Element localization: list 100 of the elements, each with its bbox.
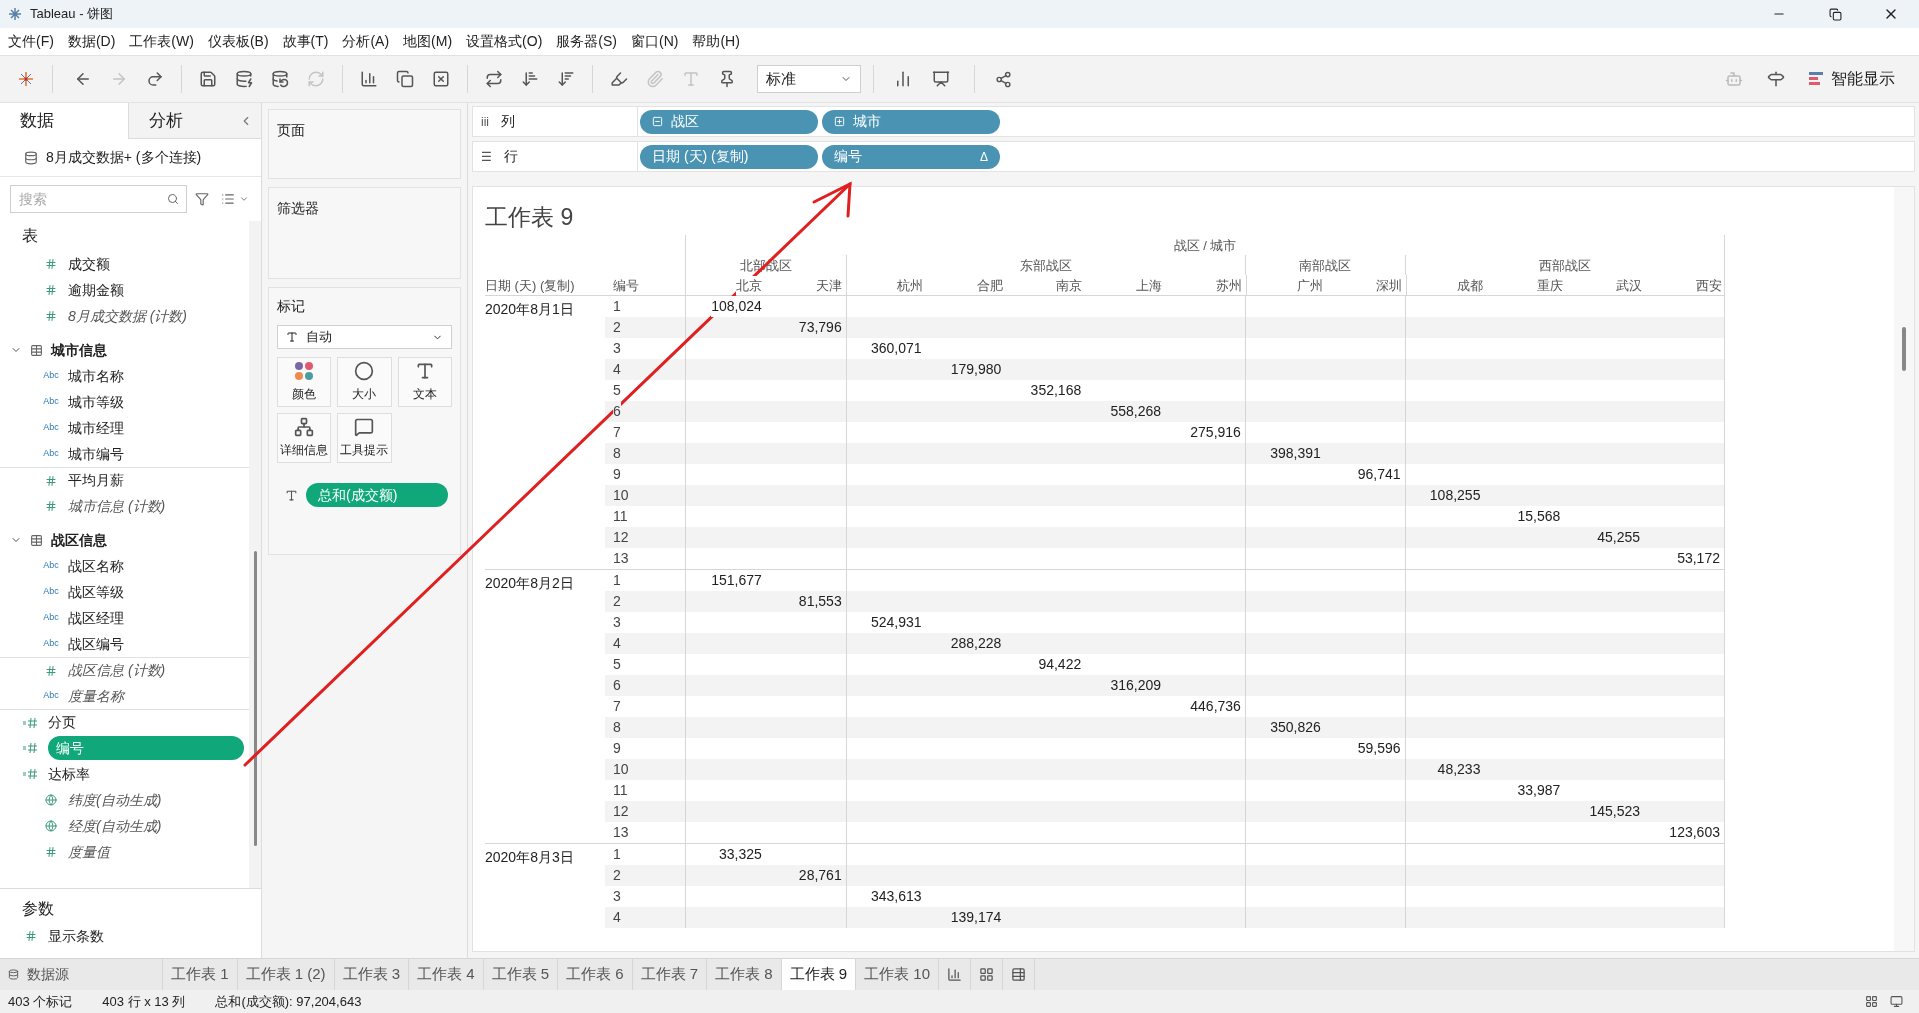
menu-item[interactable]: 设置格式(O) xyxy=(466,31,543,52)
folder-label[interactable]: 城市信息 xyxy=(51,339,107,361)
grid-icon[interactable] xyxy=(1865,995,1878,1008)
menu-item[interactable]: 分析(A) xyxy=(342,31,390,52)
search-field[interactable]: 搜索 xyxy=(10,185,187,213)
hash-icon xyxy=(45,664,57,677)
menu-item[interactable]: 地图(M) xyxy=(403,31,453,52)
field-item[interactable]: 8月成交数据 (计数) xyxy=(68,305,187,327)
chart-icon[interactable] xyxy=(894,70,912,88)
date-cell: 2020年8月2日 xyxy=(485,575,574,591)
field-item[interactable]: 城市等级 xyxy=(68,391,124,413)
app-logo-icon xyxy=(8,7,22,21)
bars-icon xyxy=(1809,71,1823,87)
menu-item[interactable]: 故事(T) xyxy=(282,31,329,52)
hash-icon xyxy=(45,258,57,270)
status-text: 总和(成交额): 97,204,643 xyxy=(215,992,362,1011)
tooltip-icon xyxy=(354,417,375,437)
abc-icon: Abc xyxy=(43,611,59,625)
hash-icon xyxy=(45,310,57,322)
detail-icon xyxy=(294,417,315,437)
field-item[interactable]: 战区信息 (计数) xyxy=(68,660,166,681)
row-header: 编号 xyxy=(612,276,640,295)
field-item[interactable]: 度量名称 xyxy=(68,685,124,707)
datasource-icon xyxy=(24,150,38,165)
calc-hash-icon xyxy=(22,768,40,780)
window-title: Tableau - 饼图 xyxy=(30,5,114,24)
hash-icon xyxy=(45,474,57,487)
filter-icon[interactable] xyxy=(195,192,209,206)
field-item[interactable]: 平均月薪 xyxy=(68,470,124,491)
expand-icon[interactable] xyxy=(834,116,845,127)
menu-item[interactable]: 工作表(W) xyxy=(129,31,194,52)
abc-icon: Abc xyxy=(43,421,59,435)
field-item[interactable]: 度量值 xyxy=(68,841,110,863)
city-header: 北京 xyxy=(736,275,762,295)
search-icon[interactable] xyxy=(167,193,179,205)
mark-property-button[interactable]: 颜色 xyxy=(277,357,332,407)
field-item[interactable]: 城市经理 xyxy=(68,417,124,439)
datasource-name[interactable]: 8月成交数据+ (多个连接) xyxy=(46,147,202,168)
hash-icon xyxy=(45,846,57,858)
sheet-tab[interactable]: 工作表 9 xyxy=(781,959,857,990)
date-cell: 2020年8月3日 xyxy=(485,849,574,865)
database-icon xyxy=(8,969,19,980)
field-item[interactable]: 分页 xyxy=(48,712,76,733)
share-icon[interactable] xyxy=(995,70,1012,88)
menu-item[interactable]: 数据(D) xyxy=(67,31,116,52)
folder-label[interactable]: 战区信息 xyxy=(51,529,107,551)
calc-hash-icon xyxy=(22,716,40,729)
value-cell: 108,024 xyxy=(711,296,762,317)
field-item[interactable]: 战区名称 xyxy=(68,555,124,577)
size-circles-icon xyxy=(354,361,375,381)
field-item[interactable]: 城市编号 xyxy=(68,443,124,465)
mark-type-dropdown[interactable]: 自动 xyxy=(277,325,452,349)
signpost-icon[interactable] xyxy=(1767,70,1785,88)
menu-item[interactable]: 服务器(S) xyxy=(556,31,617,52)
menu-item[interactable]: 文件(F) xyxy=(8,31,54,52)
abc-icon: Abc xyxy=(43,369,59,383)
card-title: 页面 xyxy=(277,122,305,138)
table-icon xyxy=(30,533,43,547)
field-item[interactable]: 达标率 xyxy=(48,763,90,785)
show-me-button[interactable]: 智能显示 xyxy=(1809,67,1895,91)
field-item[interactable]: 城市名称 xyxy=(68,365,124,387)
field-item[interactable]: 经度(自动生成) xyxy=(68,815,162,837)
display-icon[interactable] xyxy=(1890,995,1903,1008)
parameter-item[interactable]: 显示条数 xyxy=(48,925,104,947)
field-item[interactable]: 城市信息 (计数) xyxy=(68,495,166,517)
column-title: 战区 / 城市 xyxy=(1173,236,1237,255)
status-text: 403 行 x 13 列 xyxy=(102,992,186,1011)
hash-icon xyxy=(45,284,57,296)
globe-icon xyxy=(45,794,57,806)
collapse-icon[interactable] xyxy=(652,116,663,127)
text-icon xyxy=(285,488,298,502)
scrollbar[interactable] xyxy=(1902,327,1906,371)
shelf-icon: iii xyxy=(481,112,489,131)
scrollbar[interactable] xyxy=(253,551,257,846)
section-heading: 表 xyxy=(21,226,39,246)
field-item[interactable]: 逾期金额 xyxy=(68,279,124,301)
calc-hash-icon xyxy=(22,742,40,754)
fit-dropdown[interactable]: 标准 xyxy=(757,65,861,93)
mark-property-button[interactable]: 文本 xyxy=(397,357,452,407)
field-item[interactable]: 成交额 xyxy=(68,253,110,275)
sheet-title: 工作表 9 xyxy=(485,202,574,232)
shelf-label: 行 xyxy=(504,147,518,166)
presentation-icon[interactable] xyxy=(932,70,950,88)
menu-item[interactable]: 窗口(N) xyxy=(631,31,679,52)
pane-tab[interactable]: 分析 xyxy=(128,103,261,139)
table-icon xyxy=(30,343,43,357)
mark-property-button[interactable]: 工具提示 xyxy=(337,413,392,463)
date-cell: 2020年8月1日 xyxy=(485,301,574,317)
mark-property-button[interactable]: 详细信息 xyxy=(277,413,332,463)
menu-item[interactable]: 仪表板(B) xyxy=(207,31,269,52)
mark-property-button[interactable]: 大小 xyxy=(337,357,392,407)
view-options-button[interactable] xyxy=(221,192,249,206)
field-item[interactable]: 战区经理 xyxy=(68,607,124,629)
field-item[interactable]: 纬度(自动生成) xyxy=(68,789,162,811)
section-heading: 参数 xyxy=(21,899,55,919)
hash-icon xyxy=(45,500,57,512)
menu-item[interactable]: 帮助(H) xyxy=(692,31,740,52)
field-item[interactable]: 战区等级 xyxy=(68,581,124,603)
tableau-logo-icon[interactable] xyxy=(16,69,36,89)
field-item[interactable]: 战区编号 xyxy=(68,633,124,655)
